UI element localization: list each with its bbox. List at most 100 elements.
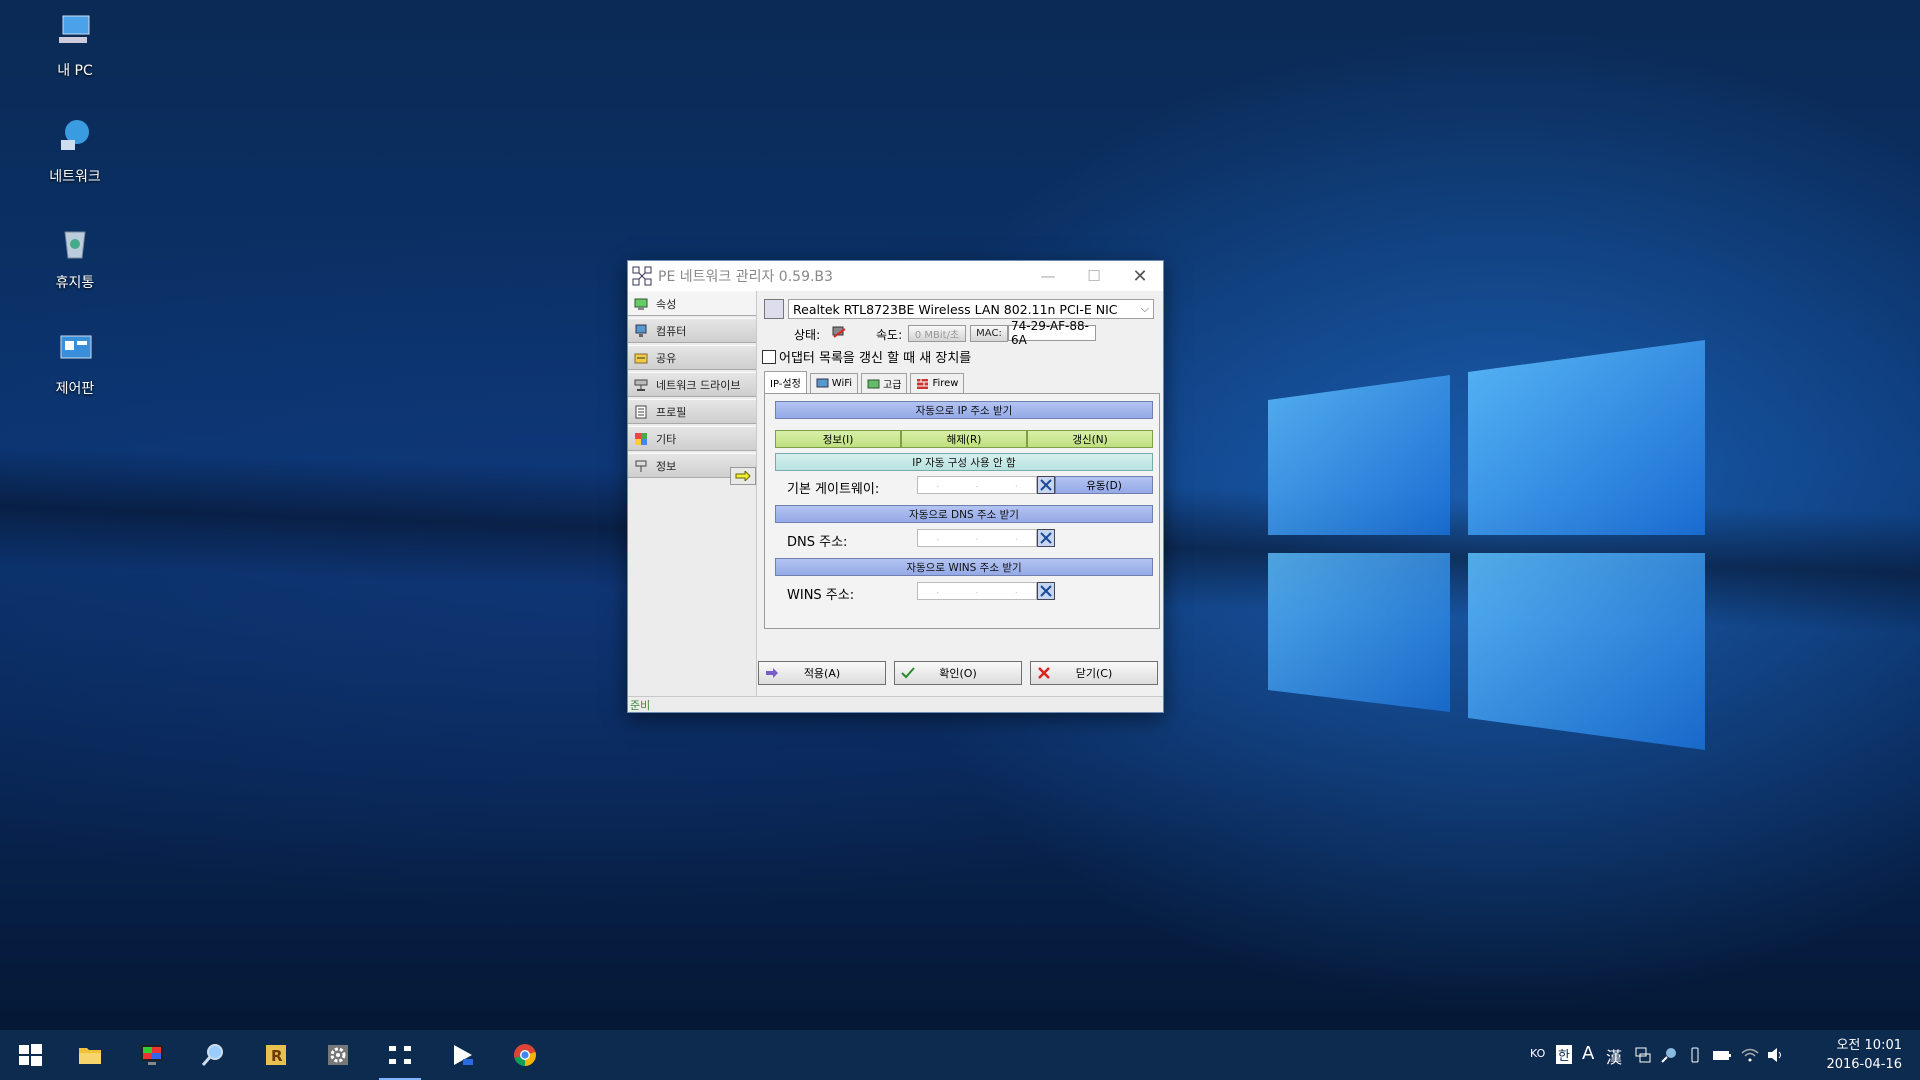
renew-button[interactable]: 갱신(N) [1027,430,1153,448]
wins-label: WINS 주소: [787,588,855,603]
network-manager-icon [389,1046,411,1064]
desktop-icon-label: 제어판 [55,381,95,397]
expand-arrow-button[interactable] [730,467,756,485]
refresh-devices-checkbox-row[interactable]: 어댑터 목록을 갱신 할 때 새 장치를 [762,347,971,366]
desktop-icon-my-pc[interactable]: 내 PC [40,10,110,80]
sidebar-item-label: 정보 [656,459,677,473]
sidebar-item-sharing[interactable]: 공유 [628,345,756,370]
clear-x-icon [1040,532,1052,544]
sidebar-item-label: 기타 [656,432,677,446]
wins-clear-button[interactable] [1037,582,1055,600]
apply-button[interactable]: 적용(A) [758,661,886,685]
ok-label: 확인(O) [939,667,977,680]
refresh-devices-checkbox[interactable] [762,349,776,364]
status-row: 상태: 속도: 0 MBit/초 MAC: 74-29-AF-88-6A [764,319,1160,347]
clear-x-icon [1040,585,1052,597]
close-x-icon [1038,667,1050,679]
gateway-label: 기본 게이트웨이: [787,482,880,497]
title-bar[interactable]: PE 네트워크 관리자 0.59.B3 — ☐ ✕ [628,261,1163,291]
battery-icon[interactable] [1712,1046,1732,1064]
status-bar: 준비 [628,696,1163,712]
checkmark-icon [901,667,915,679]
arrow-right-icon [735,471,751,481]
release-button[interactable]: 해제(R) [901,430,1027,448]
desktop-icon-network[interactable]: 네트워크 [40,116,110,186]
sidebar-item-properties[interactable]: 속성 [628,291,756,316]
info-button[interactable]: 정보(I) [775,430,901,448]
desktop-icon-recycle-bin[interactable]: 휴지통 [40,222,110,292]
sidebar-item-profile[interactable]: 프로필 [628,399,756,424]
firewall-icon [917,378,929,389]
magnifier-icon [201,1044,223,1066]
start-button[interactable] [5,1030,55,1080]
volume-icon[interactable] [1766,1046,1786,1064]
desktop-icon-label: 내 PC [57,63,93,79]
grid-icon [635,432,647,445]
desktop-icon-label: 네트워크 [49,169,101,185]
auto-ip-button[interactable]: 자동으로 IP 주소 받기 [775,401,1153,419]
close-window-button[interactable]: ✕ [1117,261,1163,291]
gateway-clear-button[interactable] [1037,476,1055,494]
apply-label: 적용(A) [803,667,841,680]
ime-hanja-indicator[interactable]: 漢 [1606,1044,1622,1068]
network-icon [61,120,89,150]
adapter-refresh-icon[interactable] [764,299,784,319]
wins-input[interactable]: ... [917,582,1037,600]
disconnected-status-icon [832,326,846,338]
taskbar-file-explorer[interactable] [65,1030,115,1080]
taskbar-display-app[interactable] [127,1030,177,1080]
no-autoconfig-button[interactable]: IP 자동 구성 사용 안 함 [775,453,1153,471]
auto-wins-button[interactable]: 자동으로 WINS 주소 받기 [775,558,1153,576]
advanced-settings-icon [867,379,880,388]
taskbar-network-manager[interactable] [375,1030,425,1080]
ok-button[interactable]: 확인(O) [894,661,1022,685]
window-title: PE 네트워크 관리자 0.59.B3 [658,269,833,285]
r-app-icon: R [266,1045,286,1065]
gateway-input[interactable]: ... [917,476,1037,494]
maximize-button[interactable]: ☐ [1071,261,1117,291]
taskbar-settings[interactable] [313,1030,363,1080]
wifi-icon[interactable] [1740,1046,1760,1064]
tab-wifi[interactable]: WiFi [809,373,859,393]
tab-firewall[interactable]: Firew [910,373,965,393]
usb-tray-icon[interactable] [1686,1046,1704,1064]
minimize-button[interactable]: — [1025,261,1071,291]
close-button[interactable]: 닫기(C) [1030,661,1158,685]
sidebar-item-network-drive[interactable]: 네트워크 드라이브 [628,372,756,397]
network-manager-icon [632,266,652,286]
tab-advanced[interactable]: 고급 [861,373,908,393]
control-panel-icon [60,335,92,359]
status-label: 상태: [794,328,821,342]
tab-label: IP-설정 [770,379,801,390]
tab-ip-settings[interactable]: IP-설정 [764,371,807,393]
clock[interactable]: 오전 10:01 2016-04-16 [1826,1036,1902,1074]
dns-input[interactable]: ... [917,529,1037,547]
auto-dns-button[interactable]: 자동으로 DNS 주소 받기 [775,505,1153,523]
folder-icon [79,1048,101,1064]
sidebar-item-label: 공유 [656,351,677,365]
taskbar-media-player[interactable] [437,1030,487,1080]
mac-label: MAC: [970,325,1008,342]
sidebar: 속성 컴퓨터 공유 네트워크 드라이브 프로필 기타 정보 [628,291,757,696]
desktop-icon-label: 휴지통 [55,275,95,291]
wifi-monitor-icon [816,378,829,387]
ime-alpha-indicator[interactable]: A [1582,1043,1594,1064]
sidebar-item-computer[interactable]: 컴퓨터 [628,318,756,343]
adapter-select[interactable]: Realtek RTL8723BE Wireless LAN 802.11n P… [788,299,1154,319]
chevron-down-icon: ⌵ [1140,302,1149,315]
ip-action-row: 정보(I) 해제(R) 갱신(N) [775,430,1153,448]
network-tray-icon[interactable] [1634,1046,1652,1064]
dns-clear-button[interactable] [1037,529,1055,547]
taskbar-chrome[interactable] [500,1030,550,1080]
sidebar-item-other[interactable]: 기타 [628,426,756,451]
arrow-right-icon [766,668,778,678]
mac-value: 74-29-AF-88-6A [1008,319,1096,347]
ime-hangul-indicator[interactable]: 한 [1556,1045,1572,1064]
desktop-icon-control-panel[interactable]: 제어판 [40,328,110,398]
taskbar-r-app[interactable]: R [251,1030,301,1080]
recycle-bin-icon [64,231,86,259]
taskbar-search-app[interactable] [188,1030,238,1080]
language-indicator[interactable]: KO [1530,1047,1545,1060]
dynamic-button[interactable]: 유동(D) [1055,476,1153,494]
search-tray-icon[interactable] [1660,1046,1678,1064]
